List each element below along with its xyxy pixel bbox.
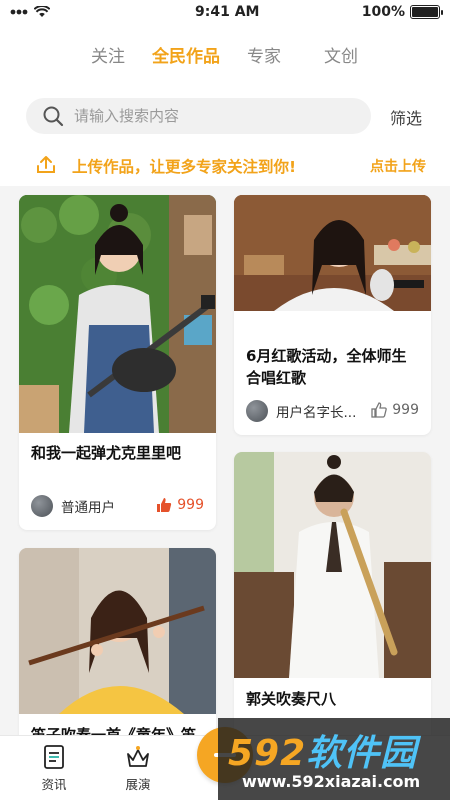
work-author: 普通用户 [31,495,115,517]
work-thumbnail [19,195,216,433]
work-title: 郭关吹奏尺八 [246,690,337,708]
tab-follow[interactable]: 关注 [91,42,125,67]
like-count[interactable]: 999 [156,497,204,513]
watermark-name: 软件园 [306,733,418,774]
work-thumbnail [234,195,431,311]
thumbs-up-outline-icon [371,402,388,418]
battery-icon [410,5,443,19]
like-number: 999 [392,402,419,418]
tabbar-item-news[interactable]: 资讯 [24,744,84,793]
tabbar-item-performance[interactable]: 展演 [108,744,168,793]
search-row: 筛选 [26,98,430,134]
work-author: 用户名字长... [246,400,356,422]
like-number: 999 [177,497,204,513]
thumbs-up-icon [157,498,172,512]
tab-experts[interactable]: 专家 [247,42,281,67]
user-name: 普通用户 [61,500,115,516]
work-title: 和我一起弹尤克里里吧 [31,444,182,462]
tabbar-label: 资讯 [41,777,67,792]
upload-prompt-text: 上传作品，让更多专家关注到你! [72,158,297,176]
work-thumbnail [234,452,431,678]
document-icon [44,745,64,769]
status-bar: 9:41 AM 100% [0,0,450,24]
signal-wifi [10,6,50,18]
watermark-url: www.592xiazai.com [242,772,421,791]
upload-banner[interactable]: 上传作品，让更多专家关注到你! 点击上传 [0,148,450,184]
search-input[interactable] [74,107,314,125]
wifi-icon [34,6,50,17]
user-name: 用户名字长... [276,405,357,421]
status-time: 9:41 AM [195,4,260,20]
battery-percent: 100% [361,4,405,20]
watermark: 592软件园 www.592xiazai.com [218,718,450,800]
work-card[interactable]: 6月红歌活动，全体师生合唱红歌 用户名字长... 999 [234,195,431,435]
watermark-number: 592 [228,733,307,774]
tabbar-label: 展演 [125,777,151,792]
work-title: 6月红歌活动，全体师生合唱红歌 [246,347,407,387]
avatar [246,400,268,422]
like-count[interactable]: 999 [371,402,419,418]
performance-icon [127,746,149,767]
tab-cultural-creative[interactable]: 文创 [324,42,358,67]
filter-button[interactable]: 筛选 [390,105,422,129]
upload-link[interactable]: 点击上传 [370,156,426,176]
category-tabs: 关注 全民作品 专家 文创 [0,42,450,67]
search-box[interactable] [26,98,371,134]
upload-icon [37,156,55,173]
header: 关注 全民作品 专家 文创 筛选 上传作品，让更多专家关注到你! 点击上传 [0,24,450,186]
tab-public-works[interactable]: 全民作品 [152,42,220,67]
avatar [31,495,53,517]
signal-icon [10,9,28,15]
search-icon [43,106,64,127]
work-card[interactable]: 和我一起弹尤克里里吧 普通用户 999 [19,195,216,530]
work-thumbnail [19,548,216,714]
watermark-logo: 592软件园 [228,724,417,776]
